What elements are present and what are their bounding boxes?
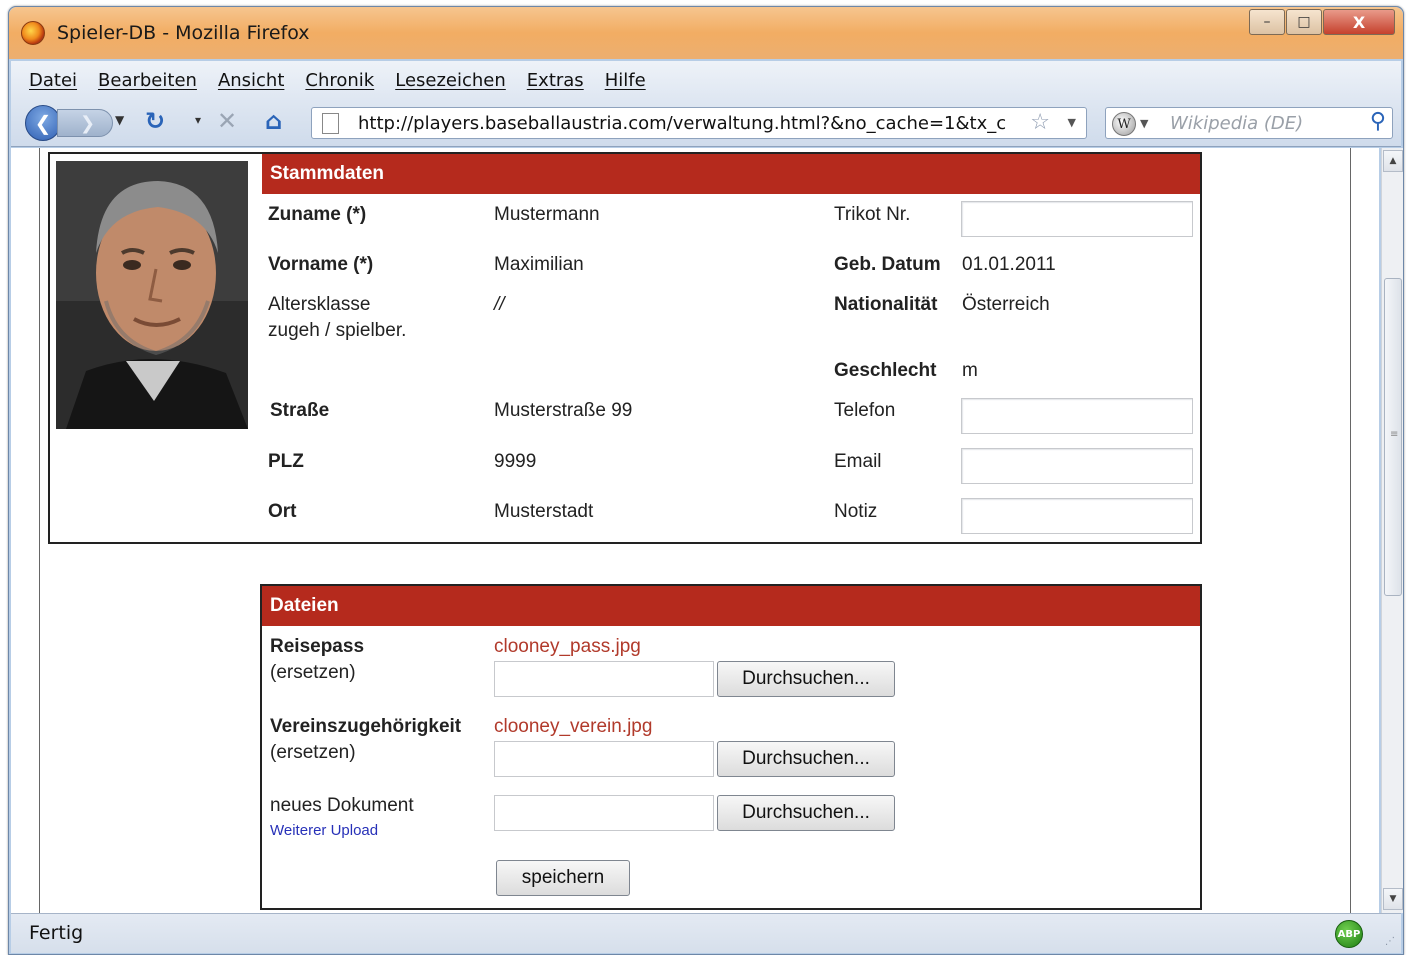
url-text[interactable]: http://players.baseballaustria.com/verwa… <box>358 113 1018 134</box>
email-label: Email <box>834 451 882 472</box>
vorname-value: Maximilian <box>494 254 584 275</box>
reload-dropdown-icon[interactable]: ▾ <box>195 113 201 127</box>
altersklasse-label: Altersklasse <box>268 294 371 315</box>
verein-browse-button[interactable]: Durchsuchen... <box>717 741 895 777</box>
minimize-button[interactable]: – <box>1249 9 1285 35</box>
home-icon[interactable]: ⌂ <box>265 107 282 135</box>
menu-bar: Datei Bearbeiten Ansicht Chronik Lesezei… <box>11 61 1401 99</box>
neues-dokument-browse-button[interactable]: Durchsuchen... <box>717 795 895 831</box>
maximize-button[interactable]: □ <box>1286 9 1322 35</box>
telefon-label: Telefon <box>834 400 896 421</box>
notiz-label: Notiz <box>834 501 878 522</box>
scroll-up-button[interactable]: ▲ <box>1383 150 1403 172</box>
reisepass-replace-label: (ersetzen) <box>270 662 356 683</box>
navigation-toolbar: ❮ ❯ ▼ ↻ ▾ ✕ ⌂ http://players.baseballaus… <box>11 99 1401 147</box>
nationalitaet-label: Nationalität <box>834 294 938 315</box>
portrait-image <box>56 161 248 429</box>
geschlecht-value: m <box>962 360 978 381</box>
resize-grip-icon[interactable]: ⋰ <box>1385 936 1395 947</box>
reisepass-file-link[interactable]: clooney_pass.jpg <box>494 636 641 658</box>
email-input[interactable] <box>961 448 1193 484</box>
window-controls: – □ X <box>1248 9 1395 35</box>
altersklasse-sublabel: zugeh / spielber. <box>268 320 407 341</box>
menu-extras[interactable]: Extras <box>527 70 584 91</box>
strasse-value: Musterstraße 99 <box>494 400 633 421</box>
search-icon[interactable]: ⚲ <box>1370 109 1386 134</box>
bookmark-star-icon[interactable]: ☆ <box>1030 110 1050 135</box>
verein-file-input[interactable] <box>494 741 714 777</box>
stop-icon[interactable]: ✕ <box>217 107 237 135</box>
status-text: Fertig <box>29 922 84 944</box>
geburtsdatum-label: Geb. Datum <box>834 254 941 275</box>
vorname-label: Vorname (*) <box>268 254 374 275</box>
adblock-icon[interactable]: ABP <box>1335 920 1363 948</box>
title-bar[interactable]: Spieler-DB - Mozilla Firefox – □ X <box>9 7 1403 59</box>
save-button[interactable]: speichern <box>496 860 630 896</box>
menu-bearbeiten[interactable]: Bearbeiten <box>98 70 197 91</box>
zuname-label: Zuname (*) <box>268 204 367 225</box>
menu-chronik[interactable]: Chronik <box>305 70 374 91</box>
forward-button[interactable]: ❯ <box>57 109 113 137</box>
dateien-heading: Dateien <box>262 586 1200 626</box>
scroll-down-button[interactable]: ▼ <box>1383 888 1403 910</box>
page-icon <box>322 113 339 134</box>
stammdaten-heading: Stammdaten <box>262 154 1200 194</box>
search-engine-dropdown-icon[interactable]: ▼ <box>1140 117 1148 130</box>
telefon-input[interactable] <box>961 398 1193 434</box>
trikot-label: Trikot Nr. <box>834 204 911 225</box>
strasse-label: Straße <box>270 400 330 421</box>
verein-label: Vereinszugehörigkeit <box>270 716 462 737</box>
vertical-scrollbar[interactable]: ▲ ≡ ▼ <box>1381 148 1403 913</box>
menu-hilfe[interactable]: Hilfe <box>605 70 646 91</box>
trikot-input[interactable] <box>961 201 1193 237</box>
firefox-logo-icon <box>21 21 45 45</box>
geburtsdatum-value: 01.01.2011 <box>962 254 1056 275</box>
reload-icon[interactable]: ↻ <box>145 107 165 135</box>
menu-lesezeichen[interactable]: Lesezeichen <box>395 70 506 91</box>
plz-label: PLZ <box>268 451 304 472</box>
notiz-input[interactable] <box>961 498 1193 534</box>
scroll-thumb[interactable]: ≡ <box>1384 278 1402 596</box>
menu-ansicht[interactable]: Ansicht <box>218 70 284 91</box>
zuname-value: Mustermann <box>494 204 600 225</box>
verein-replace-label: (ersetzen) <box>270 742 356 763</box>
url-dropdown-icon[interactable]: ▼ <box>1068 116 1076 129</box>
reisepass-label: Reisepass <box>270 636 365 657</box>
ort-value: Musterstadt <box>494 501 594 522</box>
reisepass-browse-button[interactable]: Durchsuchen... <box>717 661 895 697</box>
close-button[interactable]: X <box>1323 9 1395 35</box>
scroll-grip-icon: ≡ <box>1390 429 1399 440</box>
geschlecht-label: Geschlecht <box>834 360 937 381</box>
history-dropdown-icon[interactable]: ▼ <box>115 113 124 127</box>
back-button[interactable]: ❮ <box>25 105 61 141</box>
neues-dokument-file-input[interactable] <box>494 795 714 831</box>
ort-label: Ort <box>268 501 297 522</box>
search-input[interactable]: Wikipedia (DE) <box>1170 113 1303 134</box>
altersklasse-value: // <box>494 294 505 315</box>
url-bar[interactable]: http://players.baseballaustria.com/verwa… <box>311 107 1087 139</box>
menu-datei[interactable]: Datei <box>29 70 77 91</box>
search-bar[interactable]: W ▼ Wikipedia (DE) ⚲ <box>1105 107 1393 139</box>
nationalitaet-value: Österreich <box>962 294 1050 315</box>
weiterer-upload-link[interactable]: Weiterer Upload <box>270 822 378 839</box>
verein-file-link[interactable]: clooney_verein.jpg <box>494 716 652 738</box>
wikipedia-icon[interactable]: W <box>1112 112 1136 136</box>
window-title: Spieler-DB - Mozilla Firefox <box>57 22 310 44</box>
reisepass-file-input[interactable] <box>494 661 714 697</box>
neues-dokument-label: neues Dokument <box>270 795 414 816</box>
player-photo <box>56 161 248 429</box>
status-bar: Fertig ABP ⋰ <box>11 913 1401 953</box>
plz-value: 9999 <box>494 451 537 472</box>
